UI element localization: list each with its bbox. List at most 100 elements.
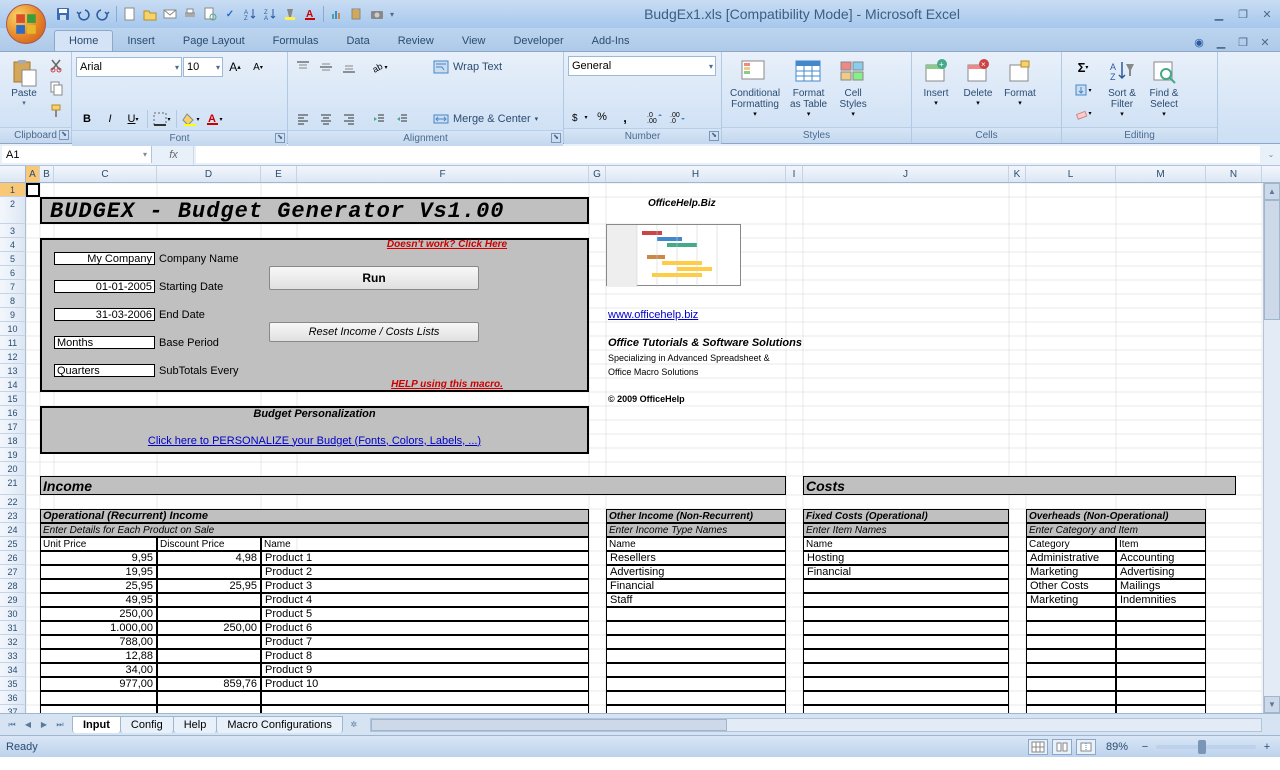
formula-input[interactable] xyxy=(196,146,1260,163)
over-cat-1[interactable]: Marketing xyxy=(1026,565,1116,579)
row-header-30[interactable]: 30 xyxy=(0,607,26,621)
fontcolor-icon[interactable]: A xyxy=(301,5,319,23)
row-header-27[interactable]: 27 xyxy=(0,565,26,579)
othinc-9[interactable] xyxy=(606,677,786,691)
row-header-3[interactable]: 3 xyxy=(0,224,26,238)
fill-color-icon[interactable]: ▾ xyxy=(180,108,202,130)
align-top-icon[interactable] xyxy=(292,56,314,78)
row-header-33[interactable]: 33 xyxy=(0,649,26,663)
number-launcher[interactable]: ⬊ xyxy=(709,131,719,141)
over-item-10[interactable] xyxy=(1116,691,1206,705)
worksheet[interactable]: 1234567891011121314151617181920212223242… xyxy=(0,183,1280,713)
scroll-up-icon[interactable]: ▲ xyxy=(1264,183,1280,200)
zoom-out-icon[interactable]: − xyxy=(1138,741,1152,753)
over-item-0[interactable]: Accounting xyxy=(1116,551,1206,565)
row-header-1[interactable]: 1 xyxy=(0,183,26,197)
clipboard-launcher[interactable]: ⬊ xyxy=(59,130,69,140)
opinc-empty-c1[interactable] xyxy=(261,705,589,713)
row-header-7[interactable]: 7 xyxy=(0,280,26,294)
othinc-4[interactable] xyxy=(606,607,786,621)
over-item-6[interactable] xyxy=(1116,635,1206,649)
over-item-1[interactable]: Advertising xyxy=(1116,565,1206,579)
row-header-37[interactable]: 37 xyxy=(0,705,26,713)
tab-insert[interactable]: Insert xyxy=(113,31,169,51)
tab-page-layout[interactable]: Page Layout xyxy=(169,31,259,51)
over-cat-3[interactable]: Marketing xyxy=(1026,593,1116,607)
grid-area[interactable]: BUDGEX - Budget Generator Vs1.00My Compa… xyxy=(26,183,1280,713)
indent-increase-icon[interactable] xyxy=(391,108,413,130)
paste-special-icon[interactable] xyxy=(348,5,366,23)
row-header-25[interactable]: 25 xyxy=(0,537,26,551)
reset-button[interactable]: Reset Income / Costs Lists xyxy=(269,322,479,342)
opinc-empty-b0[interactable] xyxy=(157,691,261,705)
col-header-I[interactable]: I xyxy=(786,166,803,182)
over-cat-10[interactable] xyxy=(1026,691,1116,705)
cell-styles-button[interactable]: Cell Styles▾ xyxy=(833,54,873,120)
opinc-empty-a1[interactable] xyxy=(40,705,157,713)
over-cat-4[interactable] xyxy=(1026,607,1116,621)
doc-restore-icon[interactable]: ❐ xyxy=(1234,33,1252,51)
row-header-28[interactable]: 28 xyxy=(0,579,26,593)
orientation-icon[interactable]: ab▾ xyxy=(368,56,390,78)
over-item-2[interactable]: Mailings xyxy=(1116,579,1206,593)
help-macro-link[interactable]: HELP using this macro. xyxy=(347,378,547,391)
new-icon[interactable] xyxy=(121,5,139,23)
opinc-empty-c0[interactable] xyxy=(261,691,589,705)
row-header-34[interactable]: 34 xyxy=(0,663,26,677)
tab-first-icon[interactable]: ⏮ xyxy=(4,717,20,733)
open-icon[interactable] xyxy=(141,5,159,23)
align-bottom-icon[interactable] xyxy=(338,56,360,78)
fixed-6[interactable] xyxy=(803,635,1009,649)
paste-button[interactable]: Paste ▾ xyxy=(4,54,44,109)
new-sheet-icon[interactable]: ✲ xyxy=(346,717,362,733)
row-header-32[interactable]: 32 xyxy=(0,635,26,649)
over-cat-5[interactable] xyxy=(1026,621,1116,635)
over-item-7[interactable] xyxy=(1116,649,1206,663)
tab-review[interactable]: Review xyxy=(384,31,448,51)
opinc-unit-0[interactable]: 9,95 xyxy=(40,551,157,565)
opinc-empty-a0[interactable] xyxy=(40,691,157,705)
camera-icon[interactable] xyxy=(368,5,386,23)
opinc-disc-1[interactable] xyxy=(157,565,261,579)
row-header-23[interactable]: 23 xyxy=(0,509,26,523)
doc-close-icon[interactable]: ✕ xyxy=(1256,33,1274,51)
name-box[interactable]: A1 xyxy=(2,146,152,163)
normal-view-icon[interactable] xyxy=(1028,739,1048,755)
shrink-font-icon[interactable]: A▾ xyxy=(247,56,269,78)
format-as-table-button[interactable]: Format as Table▾ xyxy=(786,54,831,120)
sheet-tab-macro[interactable]: Macro Configurations xyxy=(216,716,343,733)
tab-developer[interactable]: Developer xyxy=(499,31,577,51)
col-header-N[interactable]: N xyxy=(1206,166,1262,182)
align-center-icon[interactable] xyxy=(315,108,337,130)
close-icon[interactable]: ✕ xyxy=(1258,5,1276,23)
fixed-10[interactable] xyxy=(803,691,1009,705)
page-layout-view-icon[interactable] xyxy=(1052,739,1072,755)
format-painter-icon[interactable] xyxy=(46,100,68,122)
othinc-11[interactable] xyxy=(606,705,786,713)
minimize-icon[interactable]: ▁ xyxy=(1210,5,1228,23)
accounting-icon[interactable]: $▾ xyxy=(568,106,590,128)
format-cells-button[interactable]: Format▾ xyxy=(1000,54,1040,109)
row-header-17[interactable]: 17 xyxy=(0,420,26,434)
config-input-2[interactable]: 31-03-2006 xyxy=(54,308,155,321)
opinc-name-1[interactable]: Product 2 xyxy=(261,565,589,579)
highlight-icon[interactable] xyxy=(281,5,299,23)
find-select-button[interactable]: Find & Select▾ xyxy=(1144,54,1184,120)
othinc-8[interactable] xyxy=(606,663,786,677)
row-header-26[interactable]: 26 xyxy=(0,551,26,565)
email-icon[interactable] xyxy=(161,5,179,23)
othinc-0[interactable]: Resellers xyxy=(606,551,786,565)
fx-icon[interactable]: fx xyxy=(154,144,194,165)
row-header-35[interactable]: 35 xyxy=(0,677,26,691)
zoom-level[interactable]: 89% xyxy=(1106,741,1128,753)
autosum-icon[interactable]: Σ▾ xyxy=(1066,56,1100,78)
fixed-0[interactable]: Hosting xyxy=(803,551,1009,565)
tab-formulas[interactable]: Formulas xyxy=(259,31,333,51)
scroll-thumb[interactable] xyxy=(1264,200,1280,320)
fixed-11[interactable] xyxy=(803,705,1009,713)
col-header-M[interactable]: M xyxy=(1116,166,1206,182)
opinc-unit-1[interactable]: 19,95 xyxy=(40,565,157,579)
delete-cells-button[interactable]: × Delete▾ xyxy=(958,54,998,109)
tab-data[interactable]: Data xyxy=(332,31,383,51)
font-color-icon[interactable]: A▾ xyxy=(203,108,225,130)
